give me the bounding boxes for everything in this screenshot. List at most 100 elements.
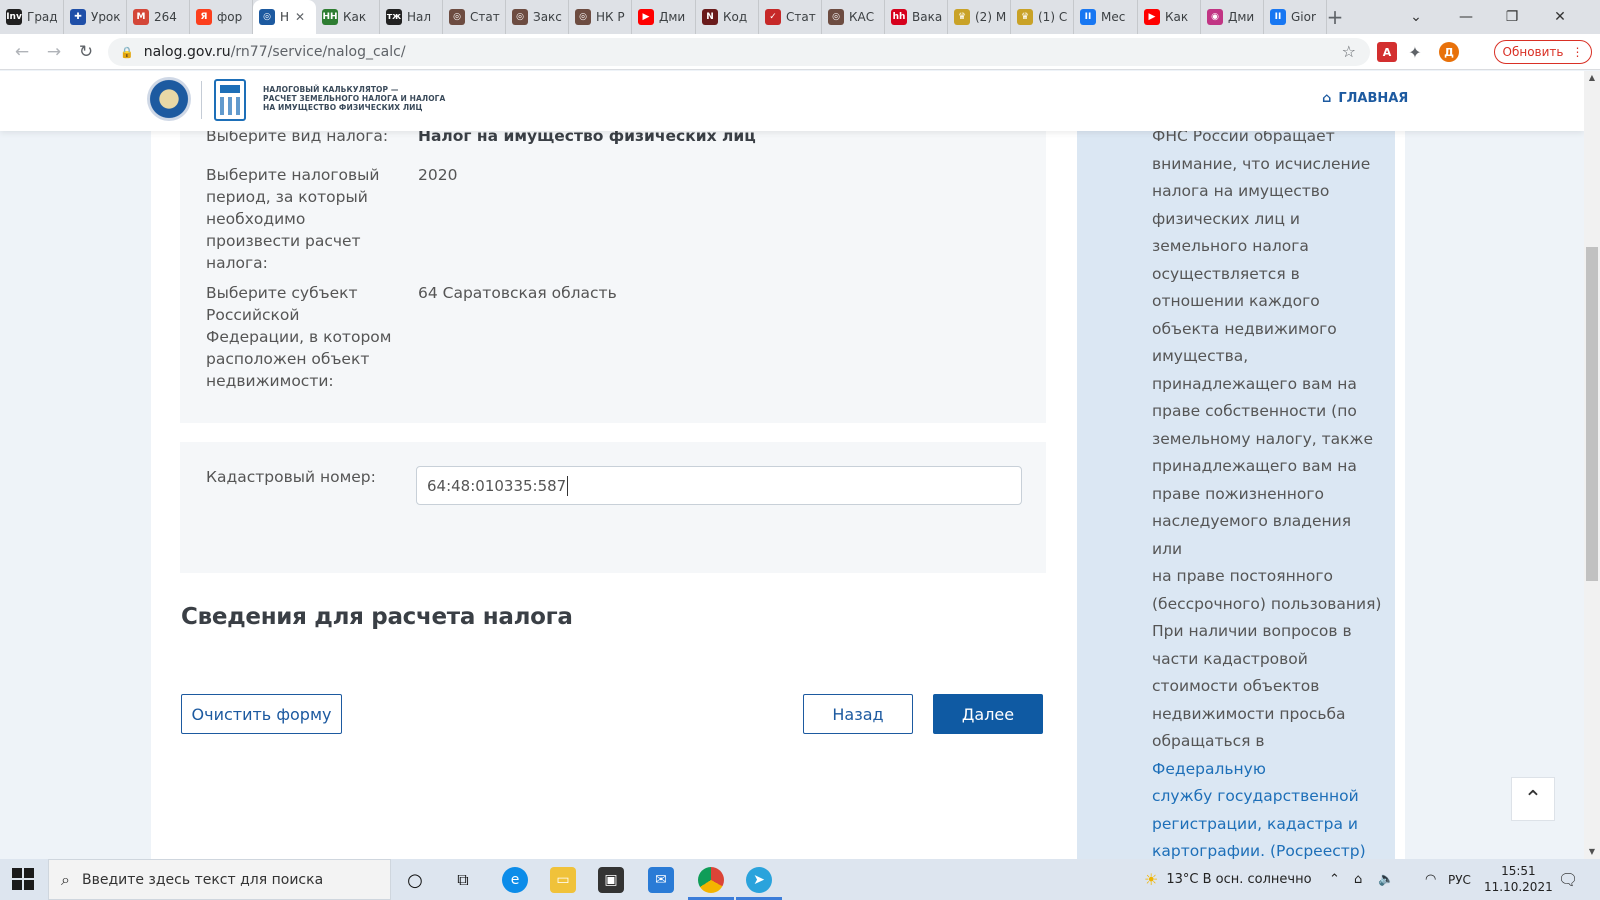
address-bar[interactable]: 🔒 nalog.gov.ru/rn77/service/nalog_calc/ … xyxy=(108,38,1370,66)
sidebar-line: праве пожизненного xyxy=(1152,484,1325,503)
browser-tab[interactable]: ♛ (1) С xyxy=(1011,0,1074,34)
profile-avatar[interactable]: Д xyxy=(1439,42,1459,62)
tab-label: Вака xyxy=(912,10,943,24)
taskbar-search-placeholder: Введите здесь текст для поиска xyxy=(81,871,324,888)
browser-tab[interactable]: ✚ Урок xyxy=(64,0,127,34)
cadastral-label: Кадастровый номер: xyxy=(206,468,376,486)
browser-tab[interactable]: ◎ КАС xyxy=(822,0,885,34)
sidebar-line: обращаться в Федеральную xyxy=(1152,728,1382,783)
label-line: Российской xyxy=(206,306,300,324)
scroll-down-arrow-icon[interactable]: ▼ xyxy=(1584,847,1600,856)
scrollbar-thumb[interactable] xyxy=(1586,247,1598,581)
browser-tab[interactable]: ◎ НК Р xyxy=(569,0,632,34)
tab-label: Gior xyxy=(1291,10,1316,24)
update-browser-button[interactable]: Обновить ⋮ xyxy=(1494,40,1592,64)
scroll-up-arrow-icon[interactable]: ▲ xyxy=(1584,73,1600,82)
tab-favicon-icon: II xyxy=(1080,9,1096,25)
label-line: произвести расчет xyxy=(206,232,361,250)
tab-favicon-icon: ◎ xyxy=(512,9,528,25)
taskbar-search-input[interactable]: ⌕ Введите здесь текст для поиска xyxy=(48,859,391,900)
taskbar-clock[interactable]: 15:51 11.10.2021 xyxy=(1484,863,1553,895)
tab-search-icon[interactable]: ⌄ xyxy=(1394,0,1438,34)
browser-tab[interactable]: ◉ Дми xyxy=(1201,0,1264,34)
browser-tab[interactable]: ▶ Как xyxy=(1138,0,1201,34)
weather-text: 13°C В осн. солнечно xyxy=(1166,872,1312,887)
language-indicator[interactable]: РУС xyxy=(1448,859,1471,900)
minimize-button[interactable]: — xyxy=(1444,0,1488,34)
service-brand-title[interactable]: НАЛОГОВЫЙ КАЛЬКУЛЯТОР — РАСЧЕТ ЗЕМЕЛЬНОГ… xyxy=(263,85,445,112)
period-label: Выберите налоговый период, за который необ… xyxy=(206,164,379,274)
back-button[interactable]: Назад xyxy=(803,694,913,734)
browser-tab[interactable]: ◎ Стат xyxy=(443,0,506,34)
cortana-icon[interactable]: ○ xyxy=(402,867,428,893)
tab-label: фор xyxy=(217,10,243,24)
page-scrollbar[interactable]: ▲ ▼ xyxy=(1584,71,1600,859)
browser-tab[interactable]: II Gior xyxy=(1264,0,1327,34)
back-arrow-icon[interactable]: ← xyxy=(6,42,38,62)
cadastral-number-input[interactable]: 64:48:010335:587 xyxy=(416,466,1022,505)
period-value: 2020 xyxy=(418,166,458,184)
tab-favicon-icon: hh xyxy=(891,9,907,25)
cadastral-number-value: 64:48:010335:587 xyxy=(427,476,567,495)
browser-tab[interactable]: ✓ Стат xyxy=(759,0,822,34)
browser-tab[interactable]: ▶ Дми xyxy=(632,0,696,34)
clock-time: 15:51 xyxy=(1501,864,1536,878)
sidebar-line: имущества, xyxy=(1152,347,1249,365)
browser-tab[interactable]: ◎ Н ✕ xyxy=(253,0,316,34)
telegram-icon[interactable]: ➤ xyxy=(736,867,782,900)
section-title: Сведения для расчета налога xyxy=(181,604,573,630)
browser-tab[interactable]: Inv Град xyxy=(0,0,64,34)
volume-icon[interactable]: 🔈 xyxy=(1378,859,1394,900)
more-menu-icon: ⋮ xyxy=(1571,45,1584,59)
browser-tab[interactable]: M 264 xyxy=(127,0,190,34)
close-window-button[interactable]: ✕ xyxy=(1538,0,1582,34)
sidebar-text-prefix: обращаться в xyxy=(1152,732,1265,750)
edge-browser-icon[interactable]: e xyxy=(502,867,528,893)
home-link[interactable]: ⌂ ГЛАВНАЯ xyxy=(1322,91,1408,106)
fns-emblem-logo[interactable] xyxy=(147,77,191,121)
browser-tab[interactable]: ♛ (2) М xyxy=(948,0,1011,34)
mail-icon[interactable]: ✉ xyxy=(648,867,674,893)
tray-chevron-icon[interactable]: ⌃ xyxy=(1329,859,1340,900)
file-explorer-icon[interactable]: ▭ xyxy=(550,867,576,893)
store-icon[interactable]: ▣ xyxy=(598,867,624,893)
restore-button[interactable]: ❐ xyxy=(1490,0,1534,34)
browser-tab[interactable]: тж Нал xyxy=(380,0,443,34)
rosreestr-link[interactable]: службу государственной xyxy=(1152,783,1382,811)
tab-close-icon[interactable]: ✕ xyxy=(295,10,305,24)
rosreestr-link[interactable]: картографии. (Росреестр) xyxy=(1152,838,1382,859)
rosreestr-link[interactable]: регистрации, кадастра и xyxy=(1152,811,1382,839)
extensions-puzzle-icon[interactable]: ✦ xyxy=(1405,42,1425,62)
browser-tab[interactable]: ◎ Закс xyxy=(506,0,569,34)
tab-label: Закс xyxy=(533,10,562,24)
tab-label: Дми xyxy=(659,10,686,24)
browser-tab[interactable]: II Мес xyxy=(1074,0,1138,34)
scroll-to-top-button[interactable]: ⌃ xyxy=(1511,777,1555,821)
reload-icon[interactable]: ↻ xyxy=(70,42,102,62)
pdf-extension-icon[interactable]: A xyxy=(1377,42,1397,62)
tray-network-icon[interactable]: ⌂ xyxy=(1354,859,1362,900)
browser-tab[interactable]: HH Как xyxy=(316,0,380,34)
bookmark-star-icon[interactable]: ☆ xyxy=(1342,42,1356,61)
tab-label: Как xyxy=(343,10,367,24)
weather-widget[interactable]: ☀ 13°C В осн. солнечно xyxy=(1144,859,1312,900)
browser-tab[interactable]: hh Вака xyxy=(885,0,948,34)
clear-form-button[interactable]: Очистить форму xyxy=(181,694,342,734)
wifi-icon[interactable]: ◠ xyxy=(1425,859,1436,900)
notification-center-icon[interactable]: 🗨 xyxy=(1558,870,1578,889)
tab-favicon-icon: II xyxy=(1270,9,1286,25)
windows-start-icon[interactable] xyxy=(12,868,34,890)
chrome-icon[interactable] xyxy=(688,867,734,900)
browser-tab[interactable]: N Код xyxy=(696,0,759,34)
browser-tab[interactable]: Яфор xyxy=(190,0,253,34)
rosreestr-link[interactable]: Федеральную xyxy=(1152,760,1266,778)
next-button[interactable]: Далее xyxy=(933,694,1043,734)
sidebar-line: принадлежащего вам на xyxy=(1152,374,1357,393)
tab-favicon-icon: ✚ xyxy=(70,9,86,25)
forward-arrow-icon[interactable]: → xyxy=(38,42,70,62)
sidebar-line: стоимости объектов xyxy=(1152,677,1320,695)
new-tab-button[interactable]: + xyxy=(1320,5,1350,29)
task-view-icon[interactable]: ⧉ xyxy=(450,867,476,893)
sidebar-line: недвижимости просьба xyxy=(1152,704,1346,723)
brand-line-3: НА ИМУЩЕСТВО ФИЗИЧЕСКИХ ЛИЦ xyxy=(263,103,423,112)
